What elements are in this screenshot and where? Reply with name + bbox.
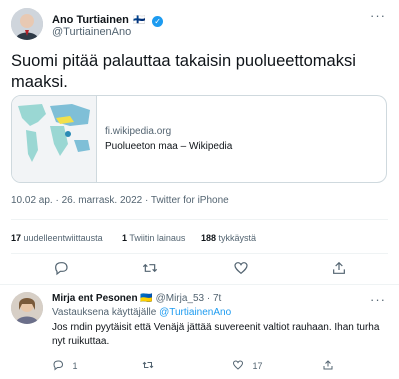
retweets-count: 17	[11, 233, 22, 243]
reply-reply-count: 1	[72, 361, 78, 371]
divider	[11, 253, 388, 254]
reply-button[interactable]	[53, 260, 69, 281]
share-icon	[323, 360, 333, 370]
finland-flag-icon: 🇫🇮	[133, 15, 146, 26]
link-card[interactable]: fi.wikipedia.org Puolueeton maa – Wikipe…	[11, 95, 387, 183]
retweets-stat[interactable]: 17 uudelleentwiittausta	[11, 233, 103, 243]
share-button[interactable]	[331, 260, 347, 281]
more-options-icon[interactable]: ···	[370, 9, 386, 22]
replying-to-prefix: Vastauksena käyttäjälle	[52, 307, 157, 318]
world-map-icon	[12, 96, 96, 182]
quotes-label: Twiitin lainaus	[129, 233, 186, 243]
reply-share-button[interactable]	[322, 358, 334, 376]
divider	[0, 284, 399, 285]
reply-reply-button[interactable]: 1	[52, 359, 78, 371]
heart-icon	[234, 262, 248, 275]
likes-stat[interactable]: 188 tykkäystä	[201, 233, 256, 243]
share-icon	[333, 261, 345, 274]
avatar-photo-icon	[11, 292, 43, 324]
reply-more-options-icon[interactable]: ···	[370, 293, 386, 306]
author-name[interactable]: Ano Turtiainen	[52, 14, 129, 26]
heart-icon	[232, 360, 244, 370]
likes-label: tykkäystä	[218, 233, 257, 243]
reply-retweet-button[interactable]	[142, 359, 154, 371]
author-avatar[interactable]	[11, 8, 43, 40]
retweet-button[interactable]	[142, 260, 158, 281]
reply-icon	[53, 360, 64, 371]
like-button[interactable]	[233, 260, 249, 281]
divider	[11, 219, 388, 220]
reply-icon	[55, 262, 68, 276]
tweet-text: Suomi pitää palauttaa takaisin puolueett…	[11, 52, 356, 91]
reply-time[interactable]: · 7t	[207, 293, 221, 304]
reply-author-name[interactable]: Mirja ent Pesonen	[52, 293, 138, 304]
card-title: Puolueeton maa – Wikipedia	[105, 141, 233, 152]
replying-to-handle[interactable]: @TurtiainenAno	[159, 307, 231, 318]
ukraine-flag-icon: 🇺🇦	[140, 293, 153, 304]
retweets-label: uudelleentwiittausta	[23, 233, 103, 243]
tweet-timestamp[interactable]: 10.02 ap. · 26. marrask. 2022 · Twitter …	[11, 195, 229, 206]
retweet-icon	[142, 361, 154, 369]
reply-like-button[interactable]: 17	[232, 359, 263, 371]
quotes-stat[interactable]: 1 Twiitin lainaus	[122, 233, 185, 243]
reply-header: Mirja ent Pesonen 🇺🇦 @Mirja_53 · 7t	[52, 293, 221, 304]
reply-author-handle[interactable]: @Mirja_53	[156, 293, 205, 304]
reply-author-avatar[interactable]	[11, 292, 43, 324]
author-handle[interactable]: @TurtiainenAno	[52, 26, 131, 38]
card-thumbnail	[12, 96, 97, 182]
reply-text: Jos rndin pyytäisit että Venäjä jättää s…	[52, 322, 380, 347]
retweet-icon	[142, 263, 158, 273]
card-domain: fi.wikipedia.org	[105, 126, 172, 137]
quotes-count: 1	[122, 233, 128, 243]
avatar-photo-icon	[11, 8, 43, 40]
verified-badge-icon: ✓	[152, 16, 164, 27]
reply-like-count: 17	[252, 361, 263, 371]
likes-count: 188	[201, 233, 217, 243]
replying-to: Vastauksena käyttäjälle @TurtiainenAno	[52, 306, 231, 320]
